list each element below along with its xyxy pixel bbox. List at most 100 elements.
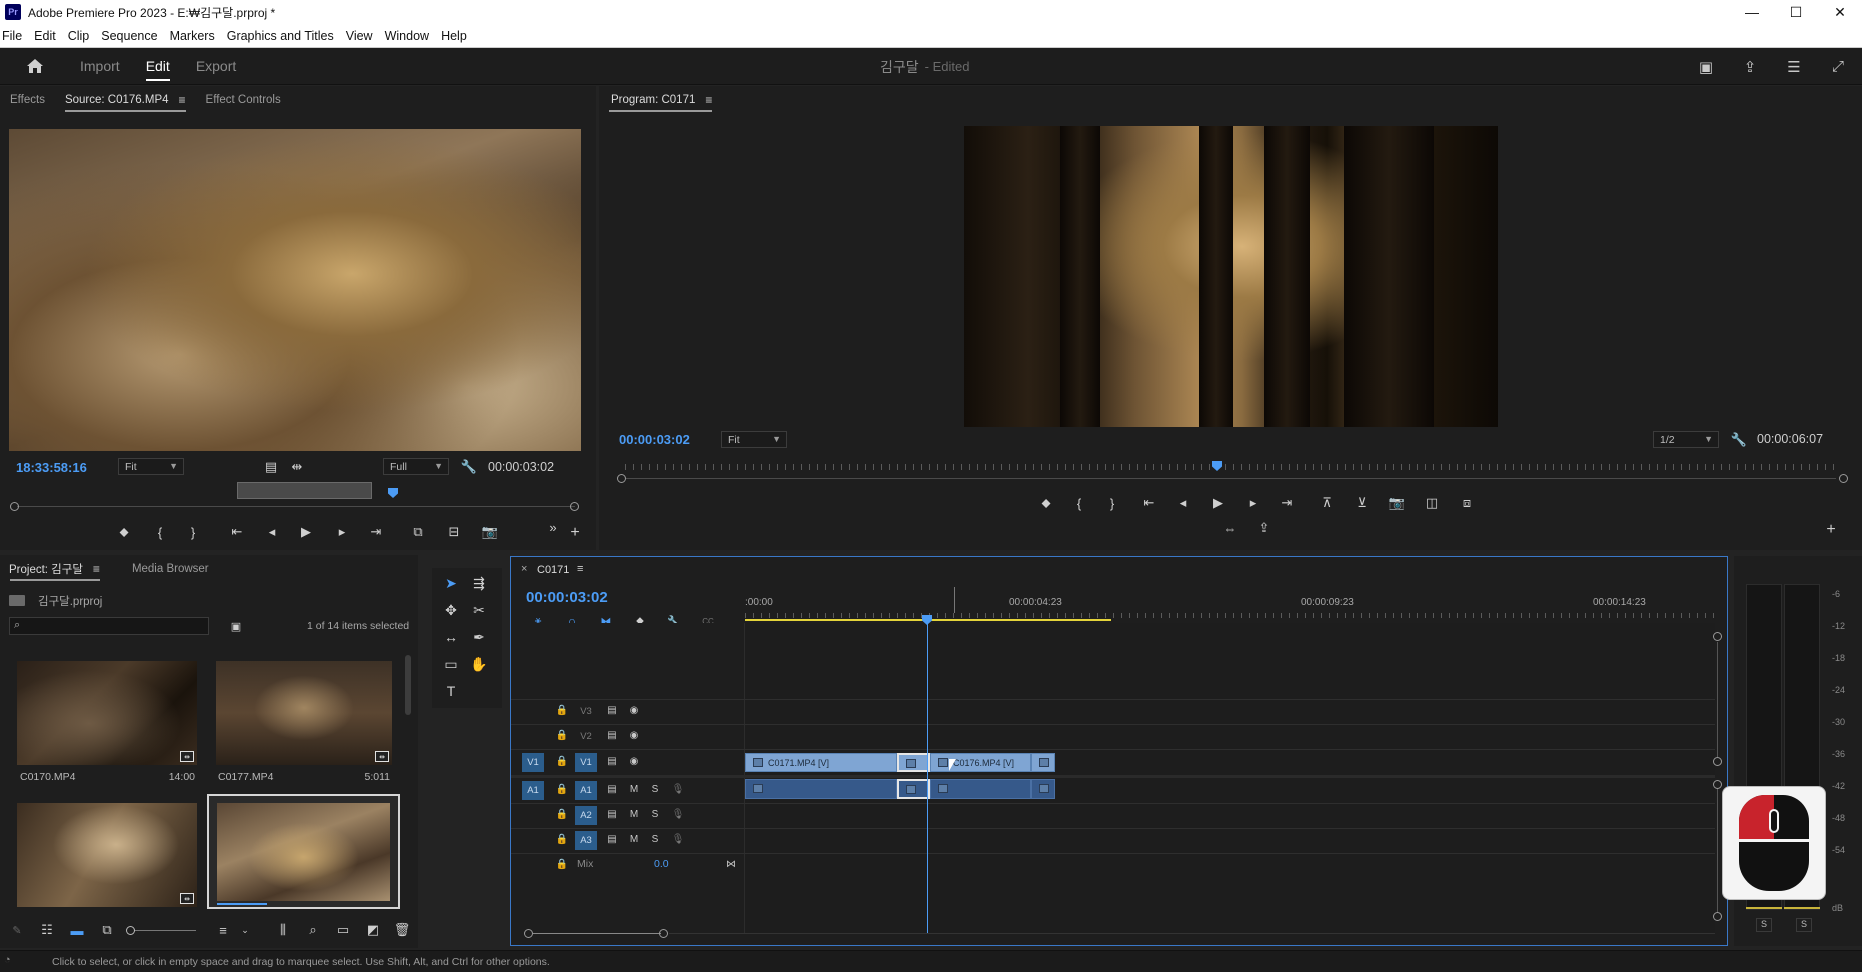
lock-icon[interactable]: 🔒 — [555, 754, 569, 768]
meter-solo-left-button[interactable]: S — [1756, 918, 1772, 932]
source-v1-patch[interactable]: V1 — [522, 753, 544, 772]
program-zoom-handle-left[interactable] — [617, 474, 626, 483]
menu-graphics-titles[interactable]: Graphics and Titles — [221, 29, 340, 43]
menu-sequence[interactable]: Sequence — [95, 29, 163, 43]
automate-to-sequence-icon[interactable]: ⫼ — [274, 921, 292, 939]
sync-lock-icon[interactable]: ▤ — [605, 832, 619, 846]
tab-effects[interactable]: Effects — [0, 86, 55, 114]
program-ruler-ticks[interactable] — [625, 464, 1836, 470]
ripple-edit-tool-icon[interactable]: ✥ — [441, 600, 461, 620]
lock-icon[interactable]: 🔒 — [555, 857, 569, 871]
clip-c0171-audio[interactable] — [745, 779, 897, 799]
source-ruler[interactable] — [17, 506, 575, 507]
clip-transition-audio[interactable] — [897, 779, 930, 799]
source-zoom-handle-right[interactable] — [570, 502, 579, 511]
sync-lock-icon[interactable]: ▤ — [605, 754, 619, 768]
source-playhead[interactable] — [388, 488, 398, 498]
pen-tool-icon[interactable]: ✒ — [469, 627, 489, 647]
wrench-icon[interactable]: 🔧 — [1730, 431, 1748, 449]
step-forward-icon[interactable]: ▸ — [333, 523, 351, 541]
trim-icon[interactable]: ⇔ — [1221, 519, 1239, 537]
eye-icon[interactable]: ◉ — [627, 703, 641, 717]
project-scrollbar[interactable] — [405, 655, 411, 715]
settings-export-frame-icon[interactable]: ▤ — [262, 458, 280, 476]
add-marker-icon[interactable]: ⬥ — [1037, 494, 1055, 512]
list-view-icon[interactable]: ☷ — [38, 921, 56, 939]
slider-handle[interactable] — [126, 926, 135, 935]
tab-effect-controls[interactable]: Effect Controls — [196, 86, 291, 114]
menu-window[interactable]: Window — [379, 29, 435, 43]
audio-scroll-bottom-handle[interactable] — [1713, 912, 1722, 921]
thumbnail-c0176-selected[interactable] — [207, 794, 400, 909]
tab-program[interactable]: Program: C0171 ≡ — [599, 86, 722, 114]
timeline-hscroll-track[interactable] — [669, 933, 1715, 934]
solo-button[interactable]: S — [648, 807, 662, 821]
export-frame-icon[interactable]: 📷 — [481, 523, 499, 541]
type-tool-icon[interactable]: T — [441, 681, 461, 701]
timeline-zoom-handle-right[interactable] — [659, 929, 668, 938]
mix-value[interactable]: 0.0 — [654, 858, 669, 870]
razor-tool-icon[interactable]: ✂ — [469, 600, 489, 620]
drag-video-icon[interactable]: ⇹ — [288, 458, 306, 476]
menu-markers[interactable]: Markers — [164, 29, 221, 43]
home-icon[interactable] — [25, 56, 45, 76]
sort-icon[interactable]: ≡ — [214, 921, 232, 939]
clip-c0176-video[interactable]: C0176.MP4 [V] — [930, 753, 1031, 772]
timeline-zoom-handle-left[interactable] — [524, 929, 533, 938]
microphone-icon[interactable]: 🎙 — [671, 832, 685, 846]
program-video-frame[interactable] — [964, 126, 1498, 427]
panel-menu-icon[interactable]: ≡ — [577, 563, 583, 575]
thumbnail-c0177[interactable]: ⇹ — [216, 661, 392, 765]
source-zoom-select[interactable]: Fit ▼ — [118, 458, 184, 475]
mark-in-icon[interactable]: { — [1070, 494, 1088, 512]
find-icon[interactable]: ⌕ — [304, 921, 322, 939]
video-scroll-top-handle[interactable] — [1713, 632, 1722, 641]
sync-lock-icon[interactable]: ▤ — [605, 703, 619, 717]
audio-scrollbar[interactable] — [1717, 789, 1718, 912]
thumbnail-c0170[interactable]: ⇹ — [17, 661, 197, 765]
go-to-out-icon[interactable]: ⇥ — [1278, 494, 1296, 512]
freeform-view-icon[interactable]: ⧉ — [98, 921, 116, 939]
chevron-down-icon[interactable]: ⌄ — [236, 921, 254, 939]
source-zoom-handle-left[interactable] — [10, 502, 19, 511]
hand-tool-icon[interactable]: ✋ — [469, 654, 489, 674]
trash-icon[interactable]: 🗑 — [393, 921, 411, 939]
menu-edit[interactable]: Edit — [28, 29, 62, 43]
go-to-end-icon[interactable]: ⋈ — [724, 857, 738, 871]
time-ruler[interactable]: :00:00 00:00:04:23 00:00:09:23 00:00:14:… — [745, 587, 1715, 623]
slip-tool-icon[interactable]: ↔ — [441, 627, 461, 647]
tab-project[interactable]: Project: 김구달 ≡ — [0, 555, 110, 583]
lock-icon[interactable]: 🔒 — [555, 728, 569, 742]
source-a1-patch[interactable]: A1 — [522, 781, 544, 800]
audio-scroll-top-handle[interactable] — [1713, 780, 1722, 789]
export-frame-icon[interactable]: 📷 — [1388, 494, 1406, 512]
eye-icon[interactable]: ◉ — [627, 754, 641, 768]
track-a2-label[interactable]: A2 — [575, 806, 597, 825]
solo-button[interactable]: S — [648, 782, 662, 796]
mark-out-icon[interactable]: } — [184, 523, 202, 541]
new-item-icon[interactable]: ◩ — [364, 921, 382, 939]
wrench-icon[interactable]: 🔧 — [460, 458, 478, 476]
mark-out-icon[interactable]: } — [1103, 494, 1121, 512]
step-back-icon[interactable]: ◂ — [263, 523, 281, 541]
lock-icon[interactable]: 🔒 — [555, 832, 569, 846]
pencil-icon[interactable]: ✎ — [8, 921, 26, 939]
icon-view-icon[interactable]: ▬ — [68, 921, 86, 939]
fullscreen-icon[interactable]: ⤢ — [1828, 57, 1848, 77]
source-timecode[interactable]: 18:33:58:16 — [16, 460, 87, 475]
button-editor-icon[interactable]: + — [1822, 521, 1840, 539]
menu-file[interactable]: File — [0, 29, 28, 43]
step-back-icon[interactable]: ◂ — [1174, 494, 1192, 512]
insert-icon[interactable]: ⧉ — [409, 523, 427, 541]
program-resolution-select[interactable]: 1/2 ▼ — [1653, 431, 1719, 448]
track-v2-label[interactable]: V2 — [575, 727, 597, 746]
go-to-in-icon[interactable]: ⇤ — [228, 523, 246, 541]
play-icon[interactable]: ▶ — [1209, 494, 1227, 512]
timeline-close-icon[interactable]: × — [521, 563, 527, 575]
search-input[interactable]: ⌕ — [9, 617, 209, 635]
comparison-view-icon[interactable]: ◫ — [1423, 494, 1441, 512]
more-controls-icon[interactable]: » — [544, 518, 562, 536]
mute-button[interactable]: M — [627, 807, 641, 821]
source-video-frame[interactable] — [9, 129, 581, 451]
clip-c0171-video[interactable]: C0171.MP4 [V] — [745, 753, 897, 772]
